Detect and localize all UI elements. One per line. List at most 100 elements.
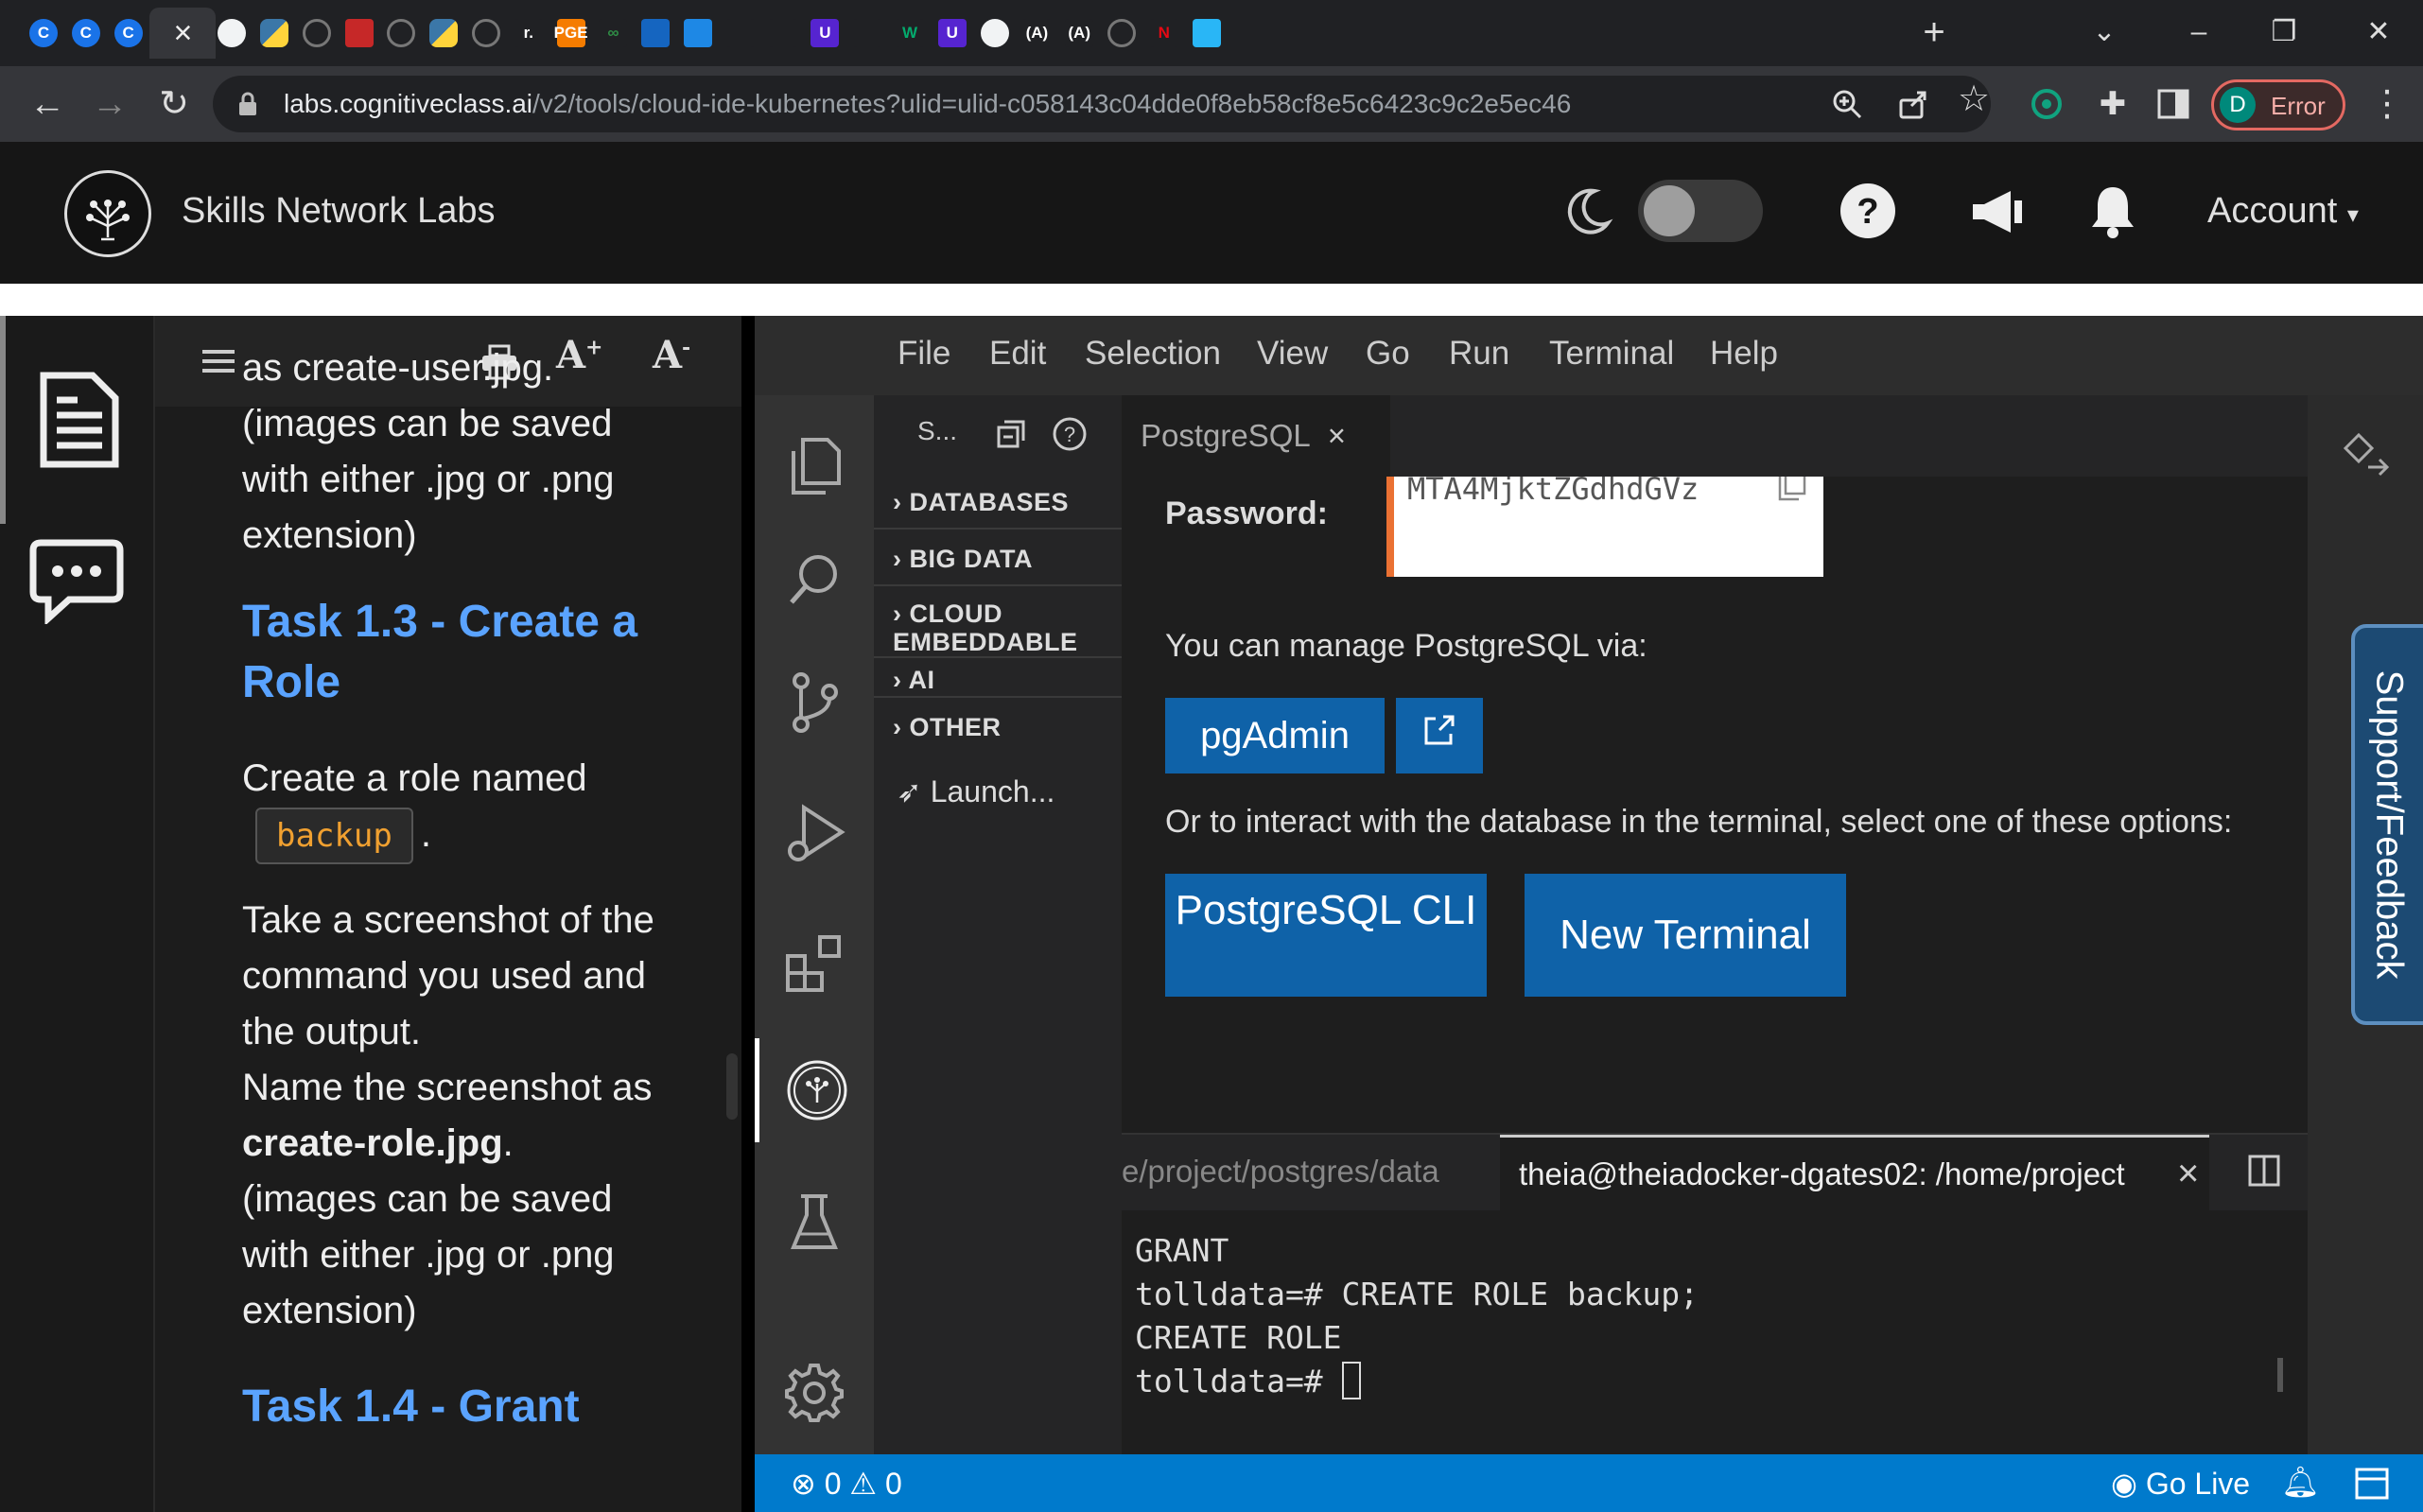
browser-tab[interactable]: C [108,8,149,59]
terminal-tab-postgres-data[interactable]: e/project/postgres/data [1122,1154,1439,1190]
panel-layout-icon[interactable] [2355,1468,2389,1500]
explorer-item-big-data[interactable]: › BIG DATA [893,545,1033,574]
extensions-activity[interactable] [755,912,874,1016]
menu-view[interactable]: View [1257,335,1328,373]
notification-bell-icon[interactable] [2088,183,2137,240]
dark-mode-toggle[interactable] [1638,180,1763,242]
browser-tab[interactable] [974,8,1016,59]
browser-tab[interactable]: N [1143,8,1185,59]
problems-indicator[interactable]: ⊗ 0 ⚠ 0 [791,1466,902,1502]
help-circle-icon[interactable]: ? [1052,416,1088,452]
browser-tab[interactable]: ∞ [592,8,634,59]
window-close-icon[interactable]: ✕ [2355,9,2402,57]
chatgpt-extension-icon[interactable] [2028,85,2066,123]
instructions-tab[interactable] [0,316,153,524]
new-tab-icon[interactable]: + [1910,9,1958,57]
menu-selection[interactable]: Selection [1085,335,1221,373]
menu-go[interactable]: Go [1366,335,1410,373]
skills-network-activity[interactable] [755,1038,874,1142]
browser-tab[interactable] [1101,8,1142,59]
close-icon[interactable]: × [2177,1153,2199,1195]
support-feedback-button[interactable]: Support/Feedback [2351,624,2423,1025]
explorer-item-other[interactable]: › OTHER [893,713,1002,742]
menu-run[interactable]: Run [1449,335,1509,373]
browser-tab[interactable] [846,8,888,59]
browser-tab[interactable] [296,8,338,59]
reload-icon[interactable]: ↻ [149,79,199,129]
source-control-activity[interactable] [755,651,874,755]
browser-tab[interactable] [253,8,295,59]
browser-tab-active[interactable]: × [149,8,217,59]
terminal-tab-active[interactable]: theia@theiadocker-dgates02: /home/projec… [1500,1135,2209,1210]
explorer-item-ai[interactable]: › AI [893,666,935,688]
browser-tab[interactable]: (A) [1058,8,1100,59]
explorer-item-cloud[interactable]: › CLOUD EMBEDDABLE [893,600,1110,656]
notification-bell-icon[interactable]: 🔔︎ [2281,1464,2320,1500]
browser-tab[interactable]: C [23,8,64,59]
browser-tab[interactable]: U [932,8,973,59]
browser-tab[interactable] [677,8,719,59]
copy-icon[interactable] [1778,477,1806,501]
terminal-output[interactable]: GRANT tolldata=# CREATE ROLE backup; CRE… [1135,1229,1699,1403]
browser-tab[interactable] [1186,8,1228,59]
terminal-scrollbar[interactable] [2277,1358,2283,1392]
go-live-button[interactable]: ◉ Go Live [2111,1466,2250,1502]
menu-edit[interactable]: Edit [989,335,1046,373]
brand-name[interactable]: Skills Network Labs [182,191,496,232]
password-field[interactable]: MTA4MjktZGdhdGVz [1386,477,1823,577]
browser-tab[interactable] [339,8,380,59]
zoom-icon[interactable] [1830,87,1864,121]
browser-tab[interactable] [465,8,507,59]
instructions-scrollbar[interactable] [726,1053,738,1120]
browser-tab[interactable]: r. [508,8,549,59]
extensions-puzzle-icon[interactable]: ✚ [2088,79,2137,129]
close-icon[interactable]: × [1328,418,1346,453]
profile-button[interactable]: D Error [2211,79,2345,130]
pgadmin-button[interactable]: pgAdmin [1165,698,1385,773]
open-external-button[interactable] [1396,698,1483,773]
collapse-all-icon[interactable] [995,418,1027,450]
browser-tab[interactable] [635,8,676,59]
forward-icon[interactable]: → [85,79,134,129]
browser-tab[interactable]: PGE [550,8,592,59]
browser-tab[interactable] [211,8,253,59]
new-terminal-button[interactable]: New Terminal [1525,874,1846,997]
menu-file[interactable]: File [898,335,950,373]
skills-network-logo[interactable] [64,170,151,257]
postgresql-cli-button[interactable]: PostgreSQL CLI [1165,874,1487,997]
explorer-activity[interactable] [755,414,874,518]
hamburger-menu-icon[interactable] [202,348,235,374]
browser-tab[interactable]: C [65,8,107,59]
minimize-icon[interactable]: – [2175,9,2223,57]
testing-activity[interactable] [755,1171,874,1275]
split-terminal-icon[interactable] [2247,1154,2281,1188]
browser-tab[interactable]: (A) [1016,8,1057,59]
browser-menu-icon[interactable]: ⋮ [2362,79,2412,129]
back-icon[interactable]: ← [23,79,72,129]
explorer-item-databases[interactable]: › DATABASES [893,488,1069,517]
pane-resizer[interactable] [741,316,755,1512]
browser-tab[interactable] [380,8,422,59]
browser-tab[interactable] [762,8,804,59]
browser-tab[interactable]: W [889,8,931,59]
account-menu[interactable]: Account ▾ [2207,191,2359,232]
restore-icon[interactable]: ❐ [2260,9,2308,57]
side-panel-icon[interactable] [2156,87,2190,121]
menu-help[interactable]: Help [1710,335,1778,373]
announcement-megaphone-icon[interactable] [1969,185,2026,238]
tab-search-icon[interactable]: ⌄ [2081,9,2128,57]
browser-tab[interactable] [423,8,464,59]
run-debug-activity[interactable] [755,781,874,885]
layout-arrows-icon[interactable] [2340,429,2393,482]
browser-tab[interactable] [720,8,761,59]
search-activity[interactable] [755,528,874,632]
bookmark-star-icon[interactable]: ☆ [1958,78,1990,120]
browser-tab[interactable]: U [804,8,845,59]
help-icon[interactable]: ? [1839,182,1897,240]
menu-terminal[interactable]: Terminal [1549,335,1674,373]
chat-tab[interactable] [0,524,153,637]
launch-item[interactable]: ➶ Launch... [897,773,1055,809]
share-icon[interactable] [1896,87,1930,121]
editor-tab-postgresql[interactable]: PostgreSQL × [1122,395,1390,477]
settings-activity[interactable] [755,1341,874,1445]
